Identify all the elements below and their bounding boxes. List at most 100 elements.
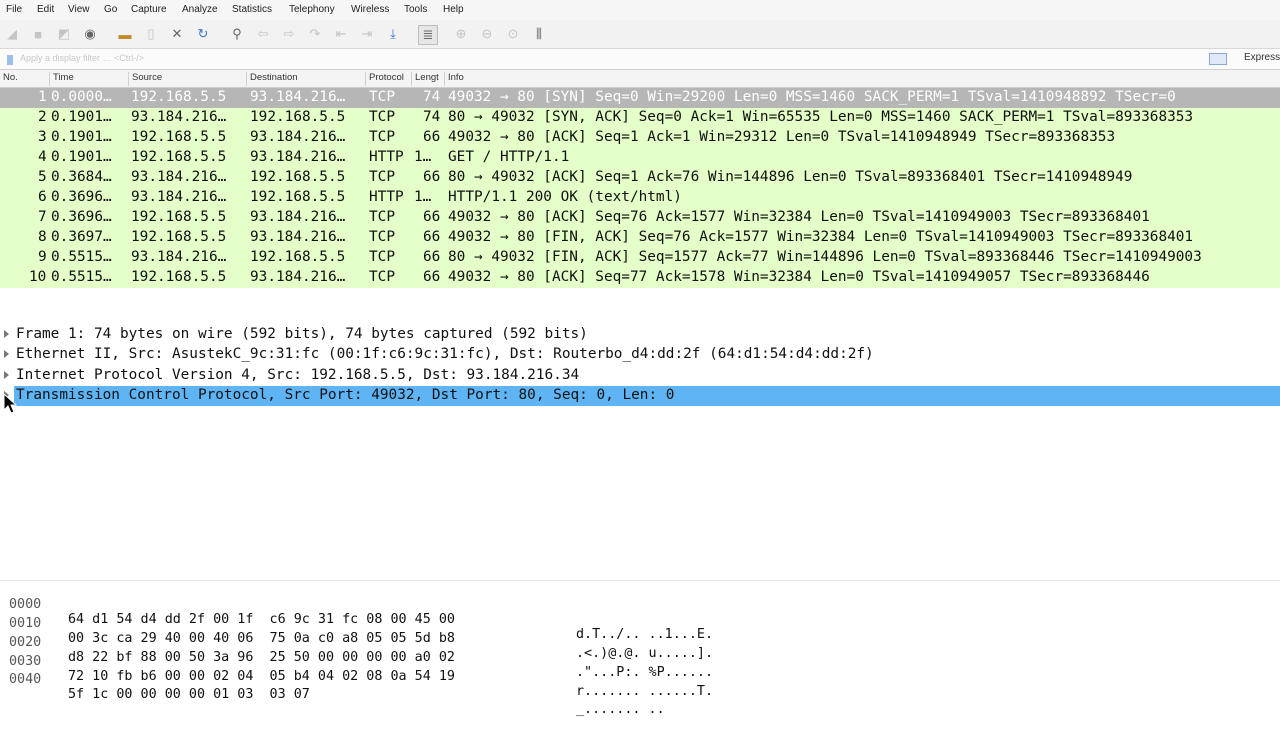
last-packet-icon[interactable]: ⇥	[358, 25, 376, 43]
pkt-len: 66	[423, 209, 441, 225]
hex-ascii: _....... ..	[576, 702, 665, 717]
menu-wireless[interactable]: Wireless	[351, 4, 389, 15]
apply-filter-arrow-icon[interactable]	[1209, 53, 1227, 65]
col-protocol[interactable]: Protocol	[366, 72, 412, 86]
normal-size-icon[interactable]: ⊙	[504, 25, 522, 43]
mouse-cursor-icon	[3, 393, 18, 414]
menu-analyze[interactable]: Analyze	[182, 4, 218, 15]
filter-bookmark-icon[interactable]	[7, 55, 13, 65]
detail-text: Frame 1: 74 bytes on wire (592 bits), 74…	[16, 326, 588, 342]
menu-file[interactable]: File	[6, 4, 22, 15]
restart-fin-icon[interactable]: ◩	[55, 25, 73, 43]
packet-row-4[interactable]: 4 0.1901… 192.168.5.5 93.184.216… HTTP 1…	[0, 148, 1280, 168]
back-arrow-icon[interactable]: ⇦	[254, 25, 272, 43]
detail-ipv4[interactable]: Internet Protocol Version 4, Src: 192.16…	[0, 366, 1280, 386]
close-file-icon[interactable]: ✕	[168, 25, 186, 43]
first-packet-icon[interactable]: ⇤	[332, 25, 350, 43]
pkt-time: 0.3697…	[51, 229, 112, 245]
pkt-info: 80 → 49032 [FIN, ACK] Seq=1577 Ack=77 Wi…	[448, 249, 1202, 265]
detail-ethernet[interactable]: Ethernet II, Src: AsustekC_9c:31:fc (00:…	[0, 345, 1280, 365]
menu-help[interactable]: Help	[443, 4, 464, 15]
detail-text: Transmission Control Protocol, Src Port:…	[16, 387, 675, 403]
pkt-no: 1	[38, 89, 47, 105]
col-destination[interactable]: Destination	[247, 72, 366, 86]
col-source[interactable]: Source	[129, 72, 247, 86]
packet-row-6[interactable]: 6 0.3696… 93.184.216… 192.168.5.5 HTTP 1…	[0, 188, 1280, 208]
pkt-src: 93.184.216…	[131, 189, 227, 205]
detail-frame[interactable]: Frame 1: 74 bytes on wire (592 bits), 74…	[0, 325, 1280, 345]
hex-row[interactable]: 0000 64 d1 54 d4 dd 2f 00 1f c6 9c 31 fc…	[0, 582, 713, 642]
colorize-icon[interactable]: ≣	[418, 25, 438, 45]
hex-ascii: d.T../.. ..1...E.	[576, 627, 714, 642]
pkt-no: 4	[38, 149, 47, 165]
pkt-proto: TCP	[369, 129, 395, 145]
find-magnifier-icon[interactable]: ⚲	[228, 25, 246, 43]
hex-row[interactable]: 0040 5f 1c 00 00 00 00 01 03 03 07 _....…	[0, 657, 665, 717]
pkt-dst: 192.168.5.5	[250, 249, 346, 265]
expand-triangle-icon[interactable]	[4, 350, 9, 358]
pkt-info: GET / HTTP/1.1	[448, 149, 570, 165]
pkt-time: 0.5515…	[51, 269, 112, 285]
shark-fin-start-icon[interactable]: ◢	[3, 25, 21, 43]
packet-row-7[interactable]: 7 0.3696… 192.168.5.5 93.184.216… TCP 66…	[0, 208, 1280, 228]
pkt-dst: 93.184.216…	[250, 89, 346, 105]
expression-button[interactable]: Express	[1244, 52, 1280, 63]
pkt-src: 192.168.5.5	[131, 129, 227, 145]
packet-row-3[interactable]: 3 0.1901… 192.168.5.5 93.184.216… TCP 66…	[0, 128, 1280, 148]
hex-row[interactable]: 0020 d8 22 bf 88 00 50 3a 96 25 50 00 00…	[0, 620, 713, 680]
pkt-time: 0.1901…	[51, 149, 112, 165]
menu-go[interactable]: Go	[104, 4, 117, 15]
capture-options-icon[interactable]: ◉	[81, 25, 99, 43]
packet-row-5[interactable]: 5 0.3684… 93.184.216… 192.168.5.5 TCP 66…	[0, 168, 1280, 188]
pkt-no: 3	[38, 129, 47, 145]
zoom-in-icon[interactable]: ⊕	[452, 25, 470, 43]
pkt-no: 2	[38, 109, 47, 125]
save-file-icon[interactable]: ▯	[142, 25, 160, 43]
reload-icon[interactable]: ↻	[194, 25, 212, 43]
hex-bytes: d8 22 bf 88 00 50 3a 96 25 50 00 00 00 0…	[68, 650, 455, 665]
packet-row-10[interactable]: 10 0.5515… 192.168.5.5 93.184.216… TCP 6…	[0, 268, 1280, 288]
pkt-src: 93.184.216…	[131, 249, 227, 265]
stop-square-icon[interactable]: ■	[29, 25, 47, 43]
pkt-len: 66	[423, 169, 441, 185]
expand-triangle-icon[interactable]	[4, 371, 9, 379]
packet-row-1[interactable]: 1 0.0000… 192.168.5.5 93.184.216… TCP 74…	[0, 88, 1280, 108]
open-folder-icon[interactable]: ▬	[116, 25, 134, 43]
pkt-info: 49032 → 80 [SYN] Seq=0 Win=29200 Len=0 M…	[448, 89, 1176, 105]
pkt-src: 192.168.5.5	[131, 89, 227, 105]
hex-bytes: 5f 1c 00 00 00 00 01 03 03 07	[68, 687, 310, 702]
menu-tools[interactable]: Tools	[404, 4, 427, 15]
pkt-time: 0.1901…	[51, 129, 112, 145]
pkt-proto: HTTP	[369, 189, 404, 205]
menu-view[interactable]: View	[68, 4, 90, 15]
detail-tcp[interactable]: Transmission Control Protocol, Src Port:…	[0, 386, 1280, 406]
expand-triangle-icon[interactable]	[4, 330, 9, 338]
hex-row[interactable]: 0010 00 3c ca 29 40 00 40 06 75 0a c0 a8…	[0, 601, 713, 661]
autoscroll-icon[interactable]: ⤓	[384, 25, 402, 43]
menu-capture[interactable]: Capture	[131, 4, 167, 15]
display-filter-input[interactable]: Apply a display filter … <Ctrl-/>	[4, 52, 1204, 66]
pkt-info: 49032 → 80 [ACK] Seq=77 Ack=1578 Win=323…	[448, 269, 1150, 285]
menu-statistics[interactable]: Statistics	[232, 4, 272, 15]
pkt-dst: 93.184.216…	[250, 209, 346, 225]
zoom-out-icon[interactable]: ⊖	[478, 25, 496, 43]
col-time[interactable]: Time	[50, 72, 129, 86]
col-no[interactable]: No.	[0, 72, 50, 86]
packet-row-2[interactable]: 2 0.1901… 93.184.216… 192.168.5.5 TCP 74…	[0, 108, 1280, 128]
pkt-proto: TCP	[369, 89, 395, 105]
col-length[interactable]: Lengt	[412, 72, 445, 86]
pkt-len: 66	[423, 249, 441, 265]
pkt-proto: TCP	[369, 109, 395, 125]
go-to-packet-icon[interactable]: ↷	[306, 25, 324, 43]
resize-columns-icon[interactable]: ⫼	[530, 25, 548, 43]
hex-row[interactable]: 0030 72 10 fb b6 00 00 02 04 05 b4 04 02…	[0, 639, 713, 699]
pkt-len: 66	[423, 269, 441, 285]
col-info[interactable]: Info	[445, 72, 1280, 86]
packet-row-8[interactable]: 8 0.3697… 192.168.5.5 93.184.216… TCP 66…	[0, 228, 1280, 248]
menu-edit[interactable]: Edit	[37, 4, 54, 15]
menu-telephony[interactable]: Telephony	[289, 4, 335, 15]
pkt-no: 6	[38, 189, 47, 205]
forward-arrow-icon[interactable]: ⇨	[280, 25, 298, 43]
packet-list-empty-area	[0, 289, 1280, 325]
packet-row-9[interactable]: 9 0.5515… 93.184.216… 192.168.5.5 TCP 66…	[0, 248, 1280, 268]
